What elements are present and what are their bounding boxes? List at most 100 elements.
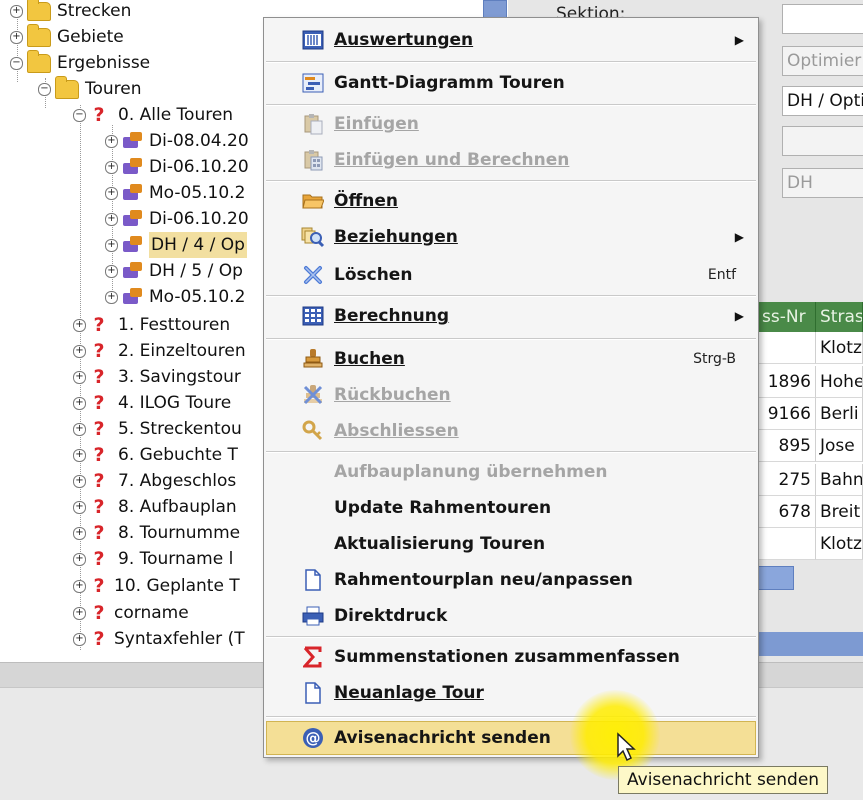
- tree-item-tour[interactable]: + Mo-05.10.2: [105, 180, 245, 206]
- question-mark-icon: ?: [93, 602, 105, 624]
- menu-item-label: Direktdruck: [334, 606, 448, 626]
- stations-grid[interactable]: ss-Nr Stras Klotz 1896 Hohe 9166 Berli 8…: [758, 302, 863, 560]
- tree-item-gebiete[interactable]: + Gebiete: [10, 23, 124, 50]
- tree-item-tour[interactable]: + Mo-05.10.2: [105, 284, 245, 310]
- tree-item-tour[interactable]: + Di-06.10.20: [105, 206, 249, 232]
- grid-cell[interactable]: [758, 332, 816, 364]
- tour-name-field[interactable]: DH / Opti: [782, 86, 863, 116]
- grid-cell[interactable]: Jose: [816, 430, 863, 462]
- expand-icon[interactable]: +: [73, 318, 86, 332]
- tree-item-strecken[interactable]: + Strecken: [10, 0, 131, 24]
- expand-icon[interactable]: +: [73, 579, 86, 593]
- expand-icon[interactable]: +: [73, 474, 86, 488]
- expand-icon[interactable]: +: [73, 396, 86, 410]
- tree-item-query[interactable]: + ? 5. Streckentou: [73, 416, 242, 442]
- menu-item-loeschen[interactable]: Löschen Entf: [266, 258, 756, 292]
- expand-icon[interactable]: +: [73, 448, 86, 462]
- menu-item-avisenachricht[interactable]: @ Avisenachricht senden: [266, 721, 756, 755]
- menu-item-update-rahmentouren[interactable]: Update Rahmentouren: [266, 491, 756, 525]
- expand-icon[interactable]: +: [73, 526, 86, 540]
- grid-cell[interactable]: Breit: [816, 496, 863, 528]
- optimization-field[interactable]: Optimier: [782, 46, 863, 76]
- tree-item-query[interactable]: + ? 1. Festtouren: [73, 312, 230, 338]
- menu-item-summenstationen[interactable]: Summenstationen zusammenfassen: [266, 640, 756, 674]
- grid-cell[interactable]: 275: [758, 464, 816, 496]
- column-header[interactable]: ss-Nr: [758, 302, 816, 332]
- depot-field[interactable]: DH: [782, 168, 863, 198]
- grid-cell[interactable]: 1896: [758, 366, 816, 398]
- tree-item-tour[interactable]: + Di-08.04.20: [105, 128, 249, 154]
- expand-icon[interactable]: +: [73, 370, 86, 384]
- expand-icon[interactable]: +: [73, 500, 86, 514]
- menu-item-buchen[interactable]: Buchen Strg-B: [266, 342, 756, 376]
- tree-item-query[interactable]: + ? 8. Tournumme: [73, 520, 240, 546]
- section-field[interactable]: [782, 4, 863, 34]
- grid-cell[interactable]: Klotz: [816, 528, 863, 560]
- expand-icon[interactable]: +: [105, 212, 118, 226]
- expand-icon[interactable]: +: [105, 186, 118, 200]
- grid-cell[interactable]: Berli: [816, 398, 863, 430]
- column-header[interactable]: Stras: [816, 302, 863, 332]
- grid-cell[interactable]: Hohe: [816, 366, 863, 398]
- menu-item-aufbauplanung[interactable]: Aufbauplanung übernehmen: [266, 455, 756, 489]
- tree-item-query[interactable]: + ? 7. Abgeschlos: [73, 468, 236, 494]
- expand-icon[interactable]: +: [105, 290, 118, 304]
- tree-item-query[interactable]: − ? 0. Alle Touren: [73, 102, 233, 128]
- tree-item-tour[interactable]: + Di-06.10.20: [105, 154, 249, 180]
- menu-item-beziehungen[interactable]: Beziehungen ▶: [266, 220, 756, 254]
- tour-icon: [122, 131, 144, 151]
- menu-item-einfuegen-berechnen[interactable]: Einfügen und Berechnen: [266, 143, 756, 177]
- expand-icon[interactable]: +: [73, 422, 86, 436]
- tree-item-query[interactable]: + ? 8. Aufbauplan: [73, 494, 237, 520]
- tooltip: Avisenachricht senden: [618, 766, 829, 794]
- menu-item-aktualisierung[interactable]: Aktualisierung Touren: [266, 527, 756, 561]
- expand-icon[interactable]: +: [73, 552, 86, 566]
- expand-icon[interactable]: +: [10, 30, 23, 44]
- expand-icon[interactable]: +: [73, 344, 86, 358]
- collapse-icon[interactable]: −: [38, 82, 51, 96]
- grid-cell[interactable]: Klotz: [816, 332, 863, 364]
- menu-item-berechnung[interactable]: Berechnung ▶: [266, 299, 756, 333]
- tree-item-ergebnisse[interactable]: − Ergebnisse: [10, 49, 150, 76]
- grid-cell[interactable]: [758, 528, 816, 560]
- tree-item-query[interactable]: + ? 9. Tourname l: [73, 546, 233, 572]
- tree-item-label: Di-08.04.20: [149, 131, 249, 151]
- expand-icon[interactable]: +: [105, 134, 118, 148]
- collapse-icon[interactable]: −: [10, 56, 23, 70]
- tree-item-query[interactable]: + ? 6. Gebuchte T: [73, 442, 238, 468]
- tree-item-query[interactable]: + ? 4. ILOG Toure: [73, 390, 231, 416]
- menu-item-rueckbuchen[interactable]: Rückbuchen: [266, 378, 756, 412]
- context-menu[interactable]: Auswertungen ▶ Gantt-Diagramm Touren Ein…: [263, 17, 759, 758]
- menu-item-oeffnen[interactable]: Öffnen: [266, 184, 756, 218]
- grid-scrollbar-thumb[interactable]: [758, 566, 794, 590]
- menu-item-abschliessen[interactable]: Abschliessen: [266, 414, 756, 448]
- menu-item-gantt[interactable]: Gantt-Diagramm Touren: [266, 66, 756, 100]
- tree-item-query[interactable]: + ? corname: [73, 600, 189, 626]
- menu-item-direktdruck[interactable]: Direktdruck: [266, 599, 756, 633]
- expand-icon[interactable]: +: [105, 160, 118, 174]
- tree-item-query[interactable]: + ? 2. Einzeltouren: [73, 338, 246, 364]
- tree-item-query[interactable]: + ? 3. Savingstour: [73, 364, 241, 390]
- grid-cell[interactable]: 895: [758, 430, 816, 462]
- menu-item-rahmentourplan[interactable]: Rahmentourplan neu/anpassen: [266, 563, 756, 597]
- expand-icon[interactable]: +: [10, 4, 23, 18]
- expand-icon[interactable]: +: [73, 606, 86, 620]
- expand-icon[interactable]: +: [73, 632, 86, 646]
- menu-item-einfuegen[interactable]: Einfügen: [266, 107, 756, 141]
- tree-item-label: Gebiete: [57, 27, 124, 47]
- tree-item-query[interactable]: + ? 10. Geplante T: [73, 573, 240, 599]
- menu-item-auswertungen[interactable]: Auswertungen ▶: [266, 23, 756, 57]
- empty-field[interactable]: [782, 126, 863, 156]
- expand-icon[interactable]: +: [105, 264, 118, 278]
- tree-item-tour[interactable]: + DH / 5 / Op: [105, 258, 243, 284]
- tree-item-query[interactable]: + ? Syntaxfehler (T: [73, 626, 245, 652]
- tree-item-touren[interactable]: − Touren: [38, 75, 142, 102]
- menu-separator: [266, 451, 756, 453]
- grid-cell[interactable]: 9166: [758, 398, 816, 430]
- menu-item-neuanlage[interactable]: Neuanlage Tour: [266, 676, 756, 710]
- grid-cell[interactable]: Bahn: [816, 464, 863, 496]
- expand-icon[interactable]: +: [105, 238, 118, 252]
- grid-cell[interactable]: 678: [758, 496, 816, 528]
- tree-item-tour-selected[interactable]: + DH / 4 / Op: [105, 232, 247, 258]
- collapse-icon[interactable]: −: [73, 108, 86, 122]
